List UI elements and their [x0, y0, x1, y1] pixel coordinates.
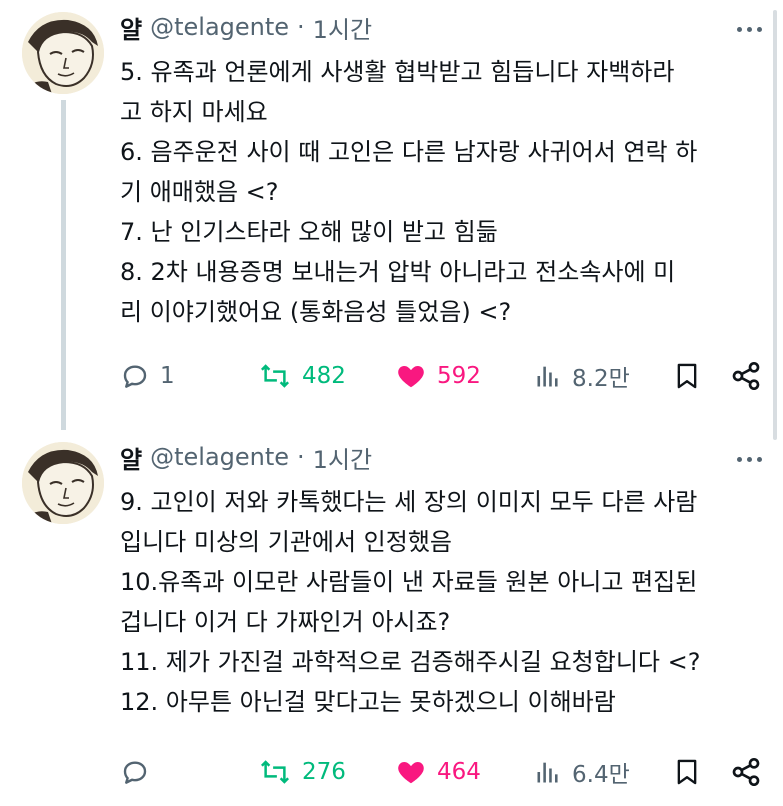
separator: · [297, 443, 305, 471]
tweet-line: 5. 유족과 언론에게 사생활 협박받고 힘듭니다 자백하라 [120, 58, 675, 86]
retweet-icon [260, 364, 290, 388]
share-button[interactable] [730, 356, 762, 396]
avatar-illustration [22, 442, 104, 524]
views-count: 8.2만 [572, 366, 630, 392]
reply-button[interactable]: 1 [120, 356, 175, 396]
bookmark-button[interactable] [673, 752, 701, 792]
action-bar: 1 482 592 8.2만 [120, 356, 770, 396]
timestamp[interactable]: 1시간 [313, 10, 372, 45]
views-icon [537, 366, 558, 387]
bookmark-icon [677, 759, 697, 785]
retweet-count: 482 [302, 363, 346, 389]
like-count: 592 [437, 363, 481, 389]
reply-icon [123, 365, 147, 388]
author-handle[interactable]: @telagente [150, 13, 289, 41]
author-handle[interactable]: @telagente [150, 443, 289, 471]
tweet[interactable]: 얄 @telagente · 1시간 5. 유족과 언론에게 사생활 협박받고 … [0, 0, 783, 430]
reply-count: 1 [160, 363, 175, 389]
tweet-line: 12. 아무튼 아닌걸 맞다고는 못하겠으니 이해바람 [120, 688, 616, 716]
views-button[interactable]: 8.2만 [534, 356, 630, 396]
thread-connector [61, 100, 66, 430]
share-icon [732, 758, 760, 786]
tweet-line: 겁니다 이거 다 가짜인거 아시죠? [120, 608, 451, 636]
tweet-line: 7. 난 인기스타라 오해 많이 받고 힘듦 [120, 218, 498, 246]
like-button[interactable]: 592 [395, 356, 481, 396]
tweet-header: 얄 @telagente · 1시간 [120, 10, 372, 44]
tweet-text: 9. 고인이 저와 카톡했다는 세 장의 이미지 모두 다른 사람 입니다 미상… [120, 482, 765, 722]
avatar[interactable] [22, 12, 104, 94]
scrollbar[interactable] [773, 10, 777, 440]
share-button[interactable] [730, 752, 762, 792]
share-icon [732, 362, 760, 390]
tweet-line: 고 하지 마세요 [120, 98, 268, 126]
retweet-count: 276 [302, 759, 346, 785]
reply-icon [123, 761, 147, 784]
tweet-line: 8. 2차 내용증명 보내는거 압박 아니라고 전소속사에 미 [120, 258, 676, 286]
retweet-button[interactable]: 482 [258, 356, 346, 396]
tweet-line: 입니다 미상의 기관에서 인정했음 [120, 528, 453, 556]
more-icon[interactable] [731, 444, 767, 474]
separator: · [297, 13, 305, 41]
avatar-illustration [22, 12, 104, 94]
like-count: 464 [437, 759, 481, 785]
retweet-button[interactable]: 276 [258, 752, 346, 792]
tweet-line: 6. 음주운전 사이 때 고인은 다른 남자랑 사귀어서 연락 하 [120, 138, 698, 166]
bookmark-button[interactable] [673, 356, 701, 396]
tweet-line: 9. 고인이 저와 카톡했다는 세 장의 이미지 모두 다른 사람 [120, 488, 698, 516]
tweet-line: 기 애매했음 <? [120, 178, 279, 206]
reply-button[interactable] [120, 752, 160, 792]
retweet-icon [260, 760, 290, 784]
views-count: 6.4만 [572, 762, 630, 788]
tweet-text: 5. 유족과 언론에게 사생활 협박받고 힘듭니다 자백하라 고 하지 마세요 … [120, 52, 765, 332]
tweet-line: 리 이야기했어요 (통화음성 틀었음) <? [120, 298, 512, 326]
tweet-header: 얄 @telagente · 1시간 [120, 440, 372, 474]
like-button[interactable]: 464 [395, 752, 481, 792]
views-button[interactable]: 6.4만 [534, 752, 630, 792]
avatar[interactable] [22, 442, 104, 524]
heart-icon [398, 762, 424, 784]
tweet-line: 10.유족과 이모란 사람들이 낸 자료들 원본 아니고 편집된 [120, 568, 698, 596]
heart-icon [398, 366, 424, 388]
views-icon [537, 762, 558, 783]
author-name[interactable]: 얄 [120, 440, 142, 475]
action-bar: 276 464 6.4만 [120, 752, 770, 792]
tweet[interactable]: 얄 @telagente · 1시간 9. 고인이 저와 카톡했다는 세 장의 … [0, 430, 783, 806]
more-icon[interactable] [731, 14, 767, 44]
tweet-line: 11. 제가 가진걸 과학적으로 검증해주시길 요청합니다 <? [120, 648, 701, 676]
timestamp[interactable]: 1시간 [313, 440, 372, 475]
author-name[interactable]: 얄 [120, 10, 142, 45]
bookmark-icon [677, 363, 697, 389]
